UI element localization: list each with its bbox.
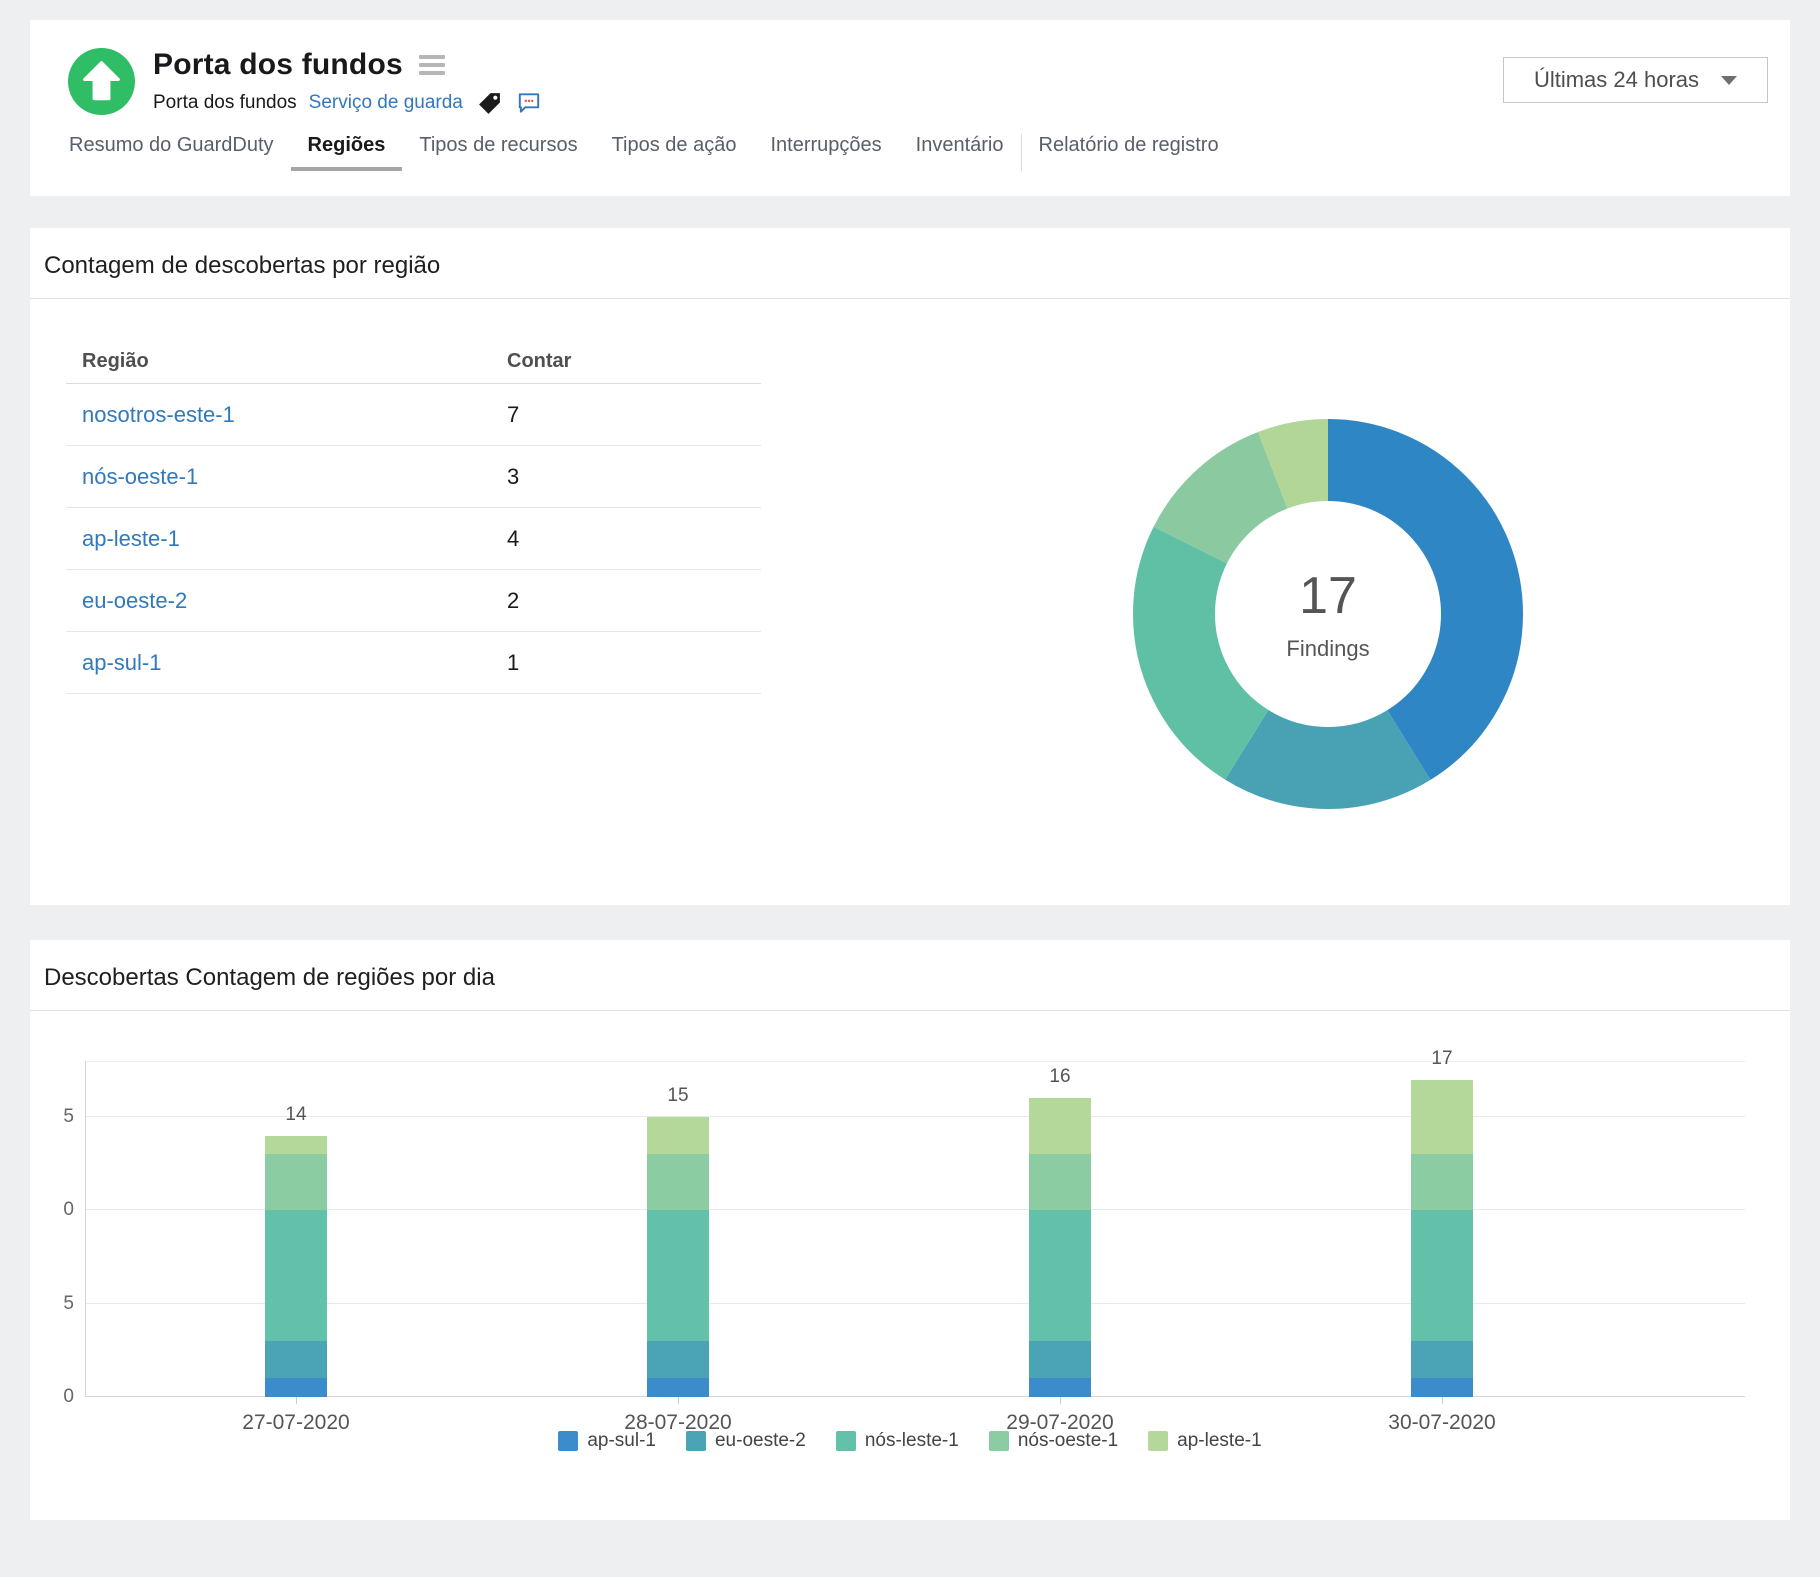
chevron-down-icon: [1721, 76, 1737, 85]
dashboard-header: Porta dos fundos Porta dos fundos Serviç…: [30, 20, 1790, 196]
bar-segment-nós-leste-1[interactable]: [1411, 1210, 1473, 1341]
bar-segment-eu-oeste-2[interactable]: [1411, 1341, 1473, 1378]
chart-legend: ap-sul-1 eu-oeste-2 nós-leste-1 nós-oeste-1…: [30, 1430, 1790, 1452]
tab-interrupções[interactable]: Interrupções: [753, 134, 898, 171]
tag-icon[interactable]: [477, 91, 502, 116]
stacked-bar-30-07-2020[interactable]: [1411, 1080, 1473, 1397]
table-row: ap-sul-11: [66, 632, 761, 694]
x-axis-tick: [296, 1397, 297, 1404]
region-link[interactable]: eu-oeste-2: [66, 588, 500, 614]
up-arrow-circle-icon: [68, 48, 135, 115]
legend-swatch: [1148, 1431, 1168, 1451]
service-link[interactable]: Serviço de guarda: [309, 92, 463, 114]
legend-item-ap-sul-1[interactable]: ap-sul-1: [558, 1430, 656, 1452]
bar-segment-ap-sul-1[interactable]: [1029, 1378, 1091, 1397]
legend-item-ap-leste-1[interactable]: ap-leste-1: [1148, 1430, 1262, 1452]
legend-swatch: [558, 1431, 578, 1451]
table-row: nós-oeste-13: [66, 446, 761, 508]
stacked-bar-27-07-2020[interactable]: [265, 1136, 327, 1397]
table-header-row: Região Contar: [66, 340, 761, 384]
gridline: [86, 1209, 1745, 1210]
column-header-region: Região: [66, 350, 500, 373]
bar-segment-nós-oeste-1[interactable]: [265, 1154, 327, 1210]
time-range-dropdown[interactable]: Últimas 24 horas: [1503, 57, 1768, 103]
gridline: [86, 1396, 1745, 1397]
legend-label: eu-oeste-2: [715, 1430, 806, 1452]
stacked-bar-29-07-2020[interactable]: [1029, 1098, 1091, 1397]
bar-segment-nós-oeste-1[interactable]: [1411, 1154, 1473, 1210]
column-header-count: Contar: [500, 350, 761, 373]
legend-label: nós-oeste-1: [1018, 1430, 1118, 1452]
bar-total-label: 16: [1000, 1066, 1120, 1088]
bar-segment-nós-oeste-1[interactable]: [1029, 1154, 1091, 1210]
y-axis-label: 0: [40, 1386, 74, 1408]
tab-tipos-de-recursos[interactable]: Tipos de recursos: [402, 134, 594, 171]
bar-total-label: 15: [618, 1085, 738, 1107]
tab-relatório-de-registro[interactable]: Relatório de registro: [1021, 134, 1236, 171]
panel-title: Contagem de descobertas por região: [44, 252, 440, 279]
region-count-value: 4: [500, 526, 761, 552]
bar-segment-ap-leste-1[interactable]: [647, 1117, 709, 1154]
panel-title: Descobertas Contagem de regiões por dia: [44, 964, 495, 991]
x-axis-tick: [1442, 1397, 1443, 1404]
legend-item-eu-oeste-2[interactable]: eu-oeste-2: [686, 1430, 806, 1452]
tab-regiões[interactable]: Regiões: [291, 134, 403, 171]
bar-segment-ap-leste-1[interactable]: [1029, 1098, 1091, 1154]
tab-inventário[interactable]: Inventário: [899, 134, 1021, 171]
region-link[interactable]: ap-leste-1: [66, 526, 500, 552]
legend-label: ap-leste-1: [1177, 1430, 1262, 1452]
bar-total-label: 17: [1382, 1048, 1502, 1070]
region-count-value: 2: [500, 588, 761, 614]
bar-segment-ap-sul-1[interactable]: [265, 1378, 327, 1397]
comment-bubble-icon[interactable]: [516, 90, 542, 116]
y-axis-label: 5: [40, 1106, 74, 1128]
bar-segment-nós-leste-1[interactable]: [1029, 1210, 1091, 1341]
legend-swatch: [836, 1431, 856, 1451]
bar-segment-ap-leste-1[interactable]: [265, 1136, 327, 1155]
time-range-value: Últimas 24 horas: [1534, 67, 1699, 93]
region-link[interactable]: ap-sul-1: [66, 650, 500, 676]
region-count-table: Região Contar nosotros-este-17nós-oeste-…: [66, 340, 761, 694]
dashboard-name: Porta dos fundos: [153, 92, 297, 114]
table-row: ap-leste-14: [66, 508, 761, 570]
region-link[interactable]: nós-oeste-1: [66, 464, 500, 490]
bar-segment-eu-oeste-2[interactable]: [647, 1341, 709, 1378]
legend-swatch: [989, 1431, 1009, 1451]
bar-segment-ap-sul-1[interactable]: [647, 1378, 709, 1397]
daily-findings-bar-chart: 05051427-07-20201528-07-20201629-07-2020…: [85, 1061, 1745, 1397]
y-axis-label: 5: [40, 1293, 74, 1315]
bar-segment-eu-oeste-2[interactable]: [1029, 1341, 1091, 1378]
bar-segment-ap-leste-1[interactable]: [1411, 1080, 1473, 1155]
bar-segment-ap-sul-1[interactable]: [1411, 1378, 1473, 1397]
region-count-value: 3: [500, 464, 761, 490]
bar-segment-nós-oeste-1[interactable]: [647, 1154, 709, 1210]
page-title: Porta dos fundos: [153, 48, 403, 82]
tab-bar: Resumo do GuardDutyRegiõesTipos de recur…: [30, 134, 1790, 171]
legend-item-nós-oeste-1[interactable]: nós-oeste-1: [989, 1430, 1118, 1452]
gridline: [86, 1303, 1745, 1304]
bar-segment-nós-leste-1[interactable]: [647, 1210, 709, 1341]
bar-segment-nós-leste-1[interactable]: [265, 1210, 327, 1341]
findings-donut-chart: 17 Findings: [1128, 414, 1528, 814]
tab-tipos-de-ação[interactable]: Tipos de ação: [595, 134, 754, 171]
tab-resumo-do-guardduty[interactable]: Resumo do GuardDuty: [52, 134, 291, 171]
panel-findings-by-region: Contagem de descobertas por região Regiã…: [30, 228, 1790, 905]
region-count-value: 1: [500, 650, 761, 676]
bar-total-label: 14: [236, 1104, 356, 1126]
stacked-bar-28-07-2020[interactable]: [647, 1117, 709, 1397]
y-axis-label: 0: [40, 1199, 74, 1221]
legend-label: ap-sul-1: [587, 1430, 656, 1452]
region-link[interactable]: nosotros-este-1: [66, 402, 500, 428]
panel-findings-by-day: Descobertas Contagem de regiões por dia …: [30, 940, 1790, 1520]
legend-label: nós-leste-1: [865, 1430, 959, 1452]
bar-segment-eu-oeste-2[interactable]: [265, 1341, 327, 1378]
legend-item-nós-leste-1[interactable]: nós-leste-1: [836, 1430, 959, 1452]
hamburger-menu-icon[interactable]: [419, 51, 445, 79]
table-row: eu-oeste-22: [66, 570, 761, 632]
table-row: nosotros-este-17: [66, 384, 761, 446]
x-axis-tick: [678, 1397, 679, 1404]
legend-swatch: [686, 1431, 706, 1451]
region-count-value: 7: [500, 402, 761, 428]
x-axis-tick: [1060, 1397, 1061, 1404]
